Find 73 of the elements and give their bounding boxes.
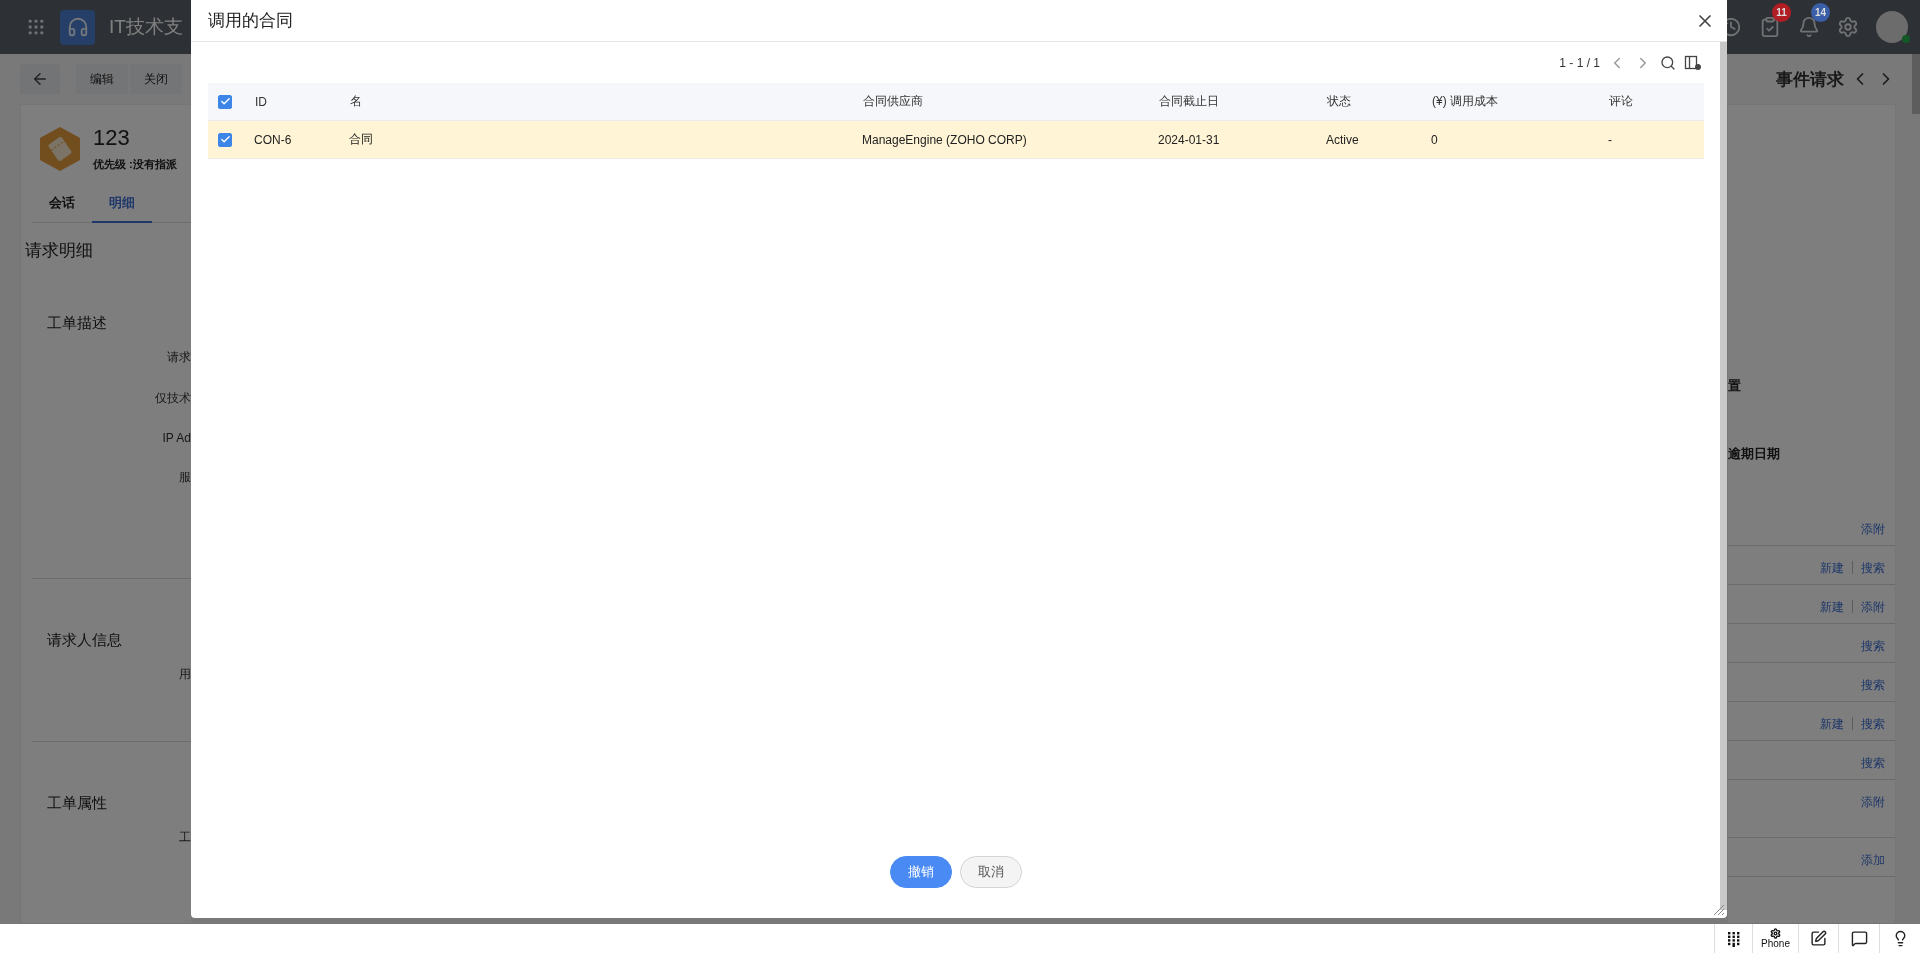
column-header[interactable]: 合同截止日 bbox=[1158, 93, 1326, 110]
priority-text: 优先级 :没有指派 bbox=[93, 157, 177, 172]
field-label: 服 bbox=[178, 469, 191, 486]
app-menu-icon[interactable] bbox=[26, 17, 46, 37]
section-heading: 请求明细 bbox=[25, 240, 94, 262]
resize-grip-icon[interactable] bbox=[1713, 904, 1725, 916]
field-label: 置 bbox=[1728, 377, 1742, 395]
action-link[interactable]: 新建 bbox=[1820, 599, 1844, 616]
section-title: 请求人信息 bbox=[47, 631, 123, 650]
dialog-title: 调用的合同 bbox=[208, 10, 293, 32]
task-icon[interactable] bbox=[1759, 16, 1781, 38]
action-link[interactable]: 搜索 bbox=[1861, 755, 1885, 772]
gear-icon bbox=[1770, 928, 1781, 939]
settings-icon[interactable] bbox=[1837, 16, 1859, 38]
field-label: 逾期日期 bbox=[1728, 445, 1781, 463]
scrollbar[interactable] bbox=[1720, 42, 1727, 910]
field-label: 用 bbox=[178, 666, 191, 683]
headset-logo[interactable] bbox=[60, 9, 95, 45]
table-cell-text: CON-6 bbox=[254, 132, 293, 147]
field-label: 仅技术 bbox=[154, 390, 191, 407]
toolbar-button[interactable]: 关闭 bbox=[130, 64, 182, 94]
section-title: 工单属性 bbox=[47, 794, 108, 813]
app-title: IT技术支 bbox=[109, 15, 183, 39]
dialpad-icon bbox=[1726, 930, 1741, 947]
online-dot bbox=[1902, 35, 1910, 43]
column-header[interactable]: (¥) 调用成本 bbox=[1431, 93, 1608, 110]
column-header[interactable]: 名 bbox=[349, 93, 862, 110]
column-header[interactable]: 状态 bbox=[1326, 93, 1431, 110]
request-type-title: 事件请求 bbox=[1776, 68, 1844, 91]
toolbar-button[interactable]: 编辑 bbox=[76, 64, 128, 94]
column-header[interactable]: 合同供应商 bbox=[862, 93, 1158, 110]
cancel-button[interactable]: 取消 bbox=[960, 856, 1022, 888]
back-button[interactable] bbox=[20, 64, 60, 94]
action-link[interactable]: 添附 bbox=[1861, 599, 1885, 616]
field-label: 请求 bbox=[166, 349, 191, 366]
search-button[interactable] bbox=[1660, 54, 1676, 71]
action-link[interactable]: 添附 bbox=[1861, 794, 1885, 811]
table-cell-text: 合同 bbox=[349, 131, 374, 148]
action-link[interactable]: 新建 bbox=[1820, 716, 1844, 733]
action-link[interactable]: 搜索 bbox=[1861, 560, 1885, 577]
table-cell-text: Active bbox=[1326, 132, 1360, 147]
scrollbar-thumb[interactable] bbox=[1912, 54, 1920, 114]
select-all-checkbox[interactable] bbox=[218, 94, 232, 109]
column-header[interactable]: ID bbox=[254, 94, 349, 109]
field-label: IP Ad bbox=[161, 430, 191, 447]
search-icon bbox=[1660, 54, 1676, 71]
section-title: 工单描述 bbox=[47, 314, 108, 333]
pen-square-icon bbox=[1810, 930, 1827, 947]
table-cell-text: - bbox=[1608, 132, 1613, 147]
chat-icon bbox=[1850, 930, 1868, 947]
request-id: 123 bbox=[93, 125, 131, 151]
action-link[interactable]: 添附 bbox=[1861, 521, 1885, 538]
field-label: 工 bbox=[178, 829, 191, 846]
table-cell-text: 2024-01-31 bbox=[1158, 132, 1221, 147]
action-link[interactable]: 新建 bbox=[1820, 560, 1844, 577]
tab[interactable]: 会话 bbox=[32, 186, 92, 223]
column-settings-icon[interactable] bbox=[1684, 53, 1702, 72]
table-cell-text: 0 bbox=[1431, 132, 1439, 147]
undo-button[interactable]: 撤销 bbox=[890, 856, 952, 888]
column-header[interactable]: 评论 bbox=[1608, 93, 1704, 110]
action-link[interactable]: 搜索 bbox=[1861, 638, 1885, 655]
count-badge: 14 bbox=[1810, 3, 1830, 22]
page-count: 1 - 1 / 1 bbox=[1559, 55, 1600, 70]
table-cell-text: ManageEngine (ZOHO CORP) bbox=[862, 132, 1028, 147]
action-link[interactable]: 搜索 bbox=[1861, 716, 1885, 733]
ticket-icon bbox=[37, 125, 83, 172]
count-badge: 11 bbox=[1772, 3, 1791, 22]
row-checkbox[interactable] bbox=[218, 132, 232, 147]
action-link[interactable]: 搜索 bbox=[1861, 677, 1885, 694]
avatar[interactable] bbox=[1876, 11, 1908, 43]
action-link[interactable]: 添加 bbox=[1861, 852, 1885, 869]
bell-icon[interactable] bbox=[1798, 16, 1820, 38]
tab[interactable]: 明细 bbox=[92, 186, 152, 223]
